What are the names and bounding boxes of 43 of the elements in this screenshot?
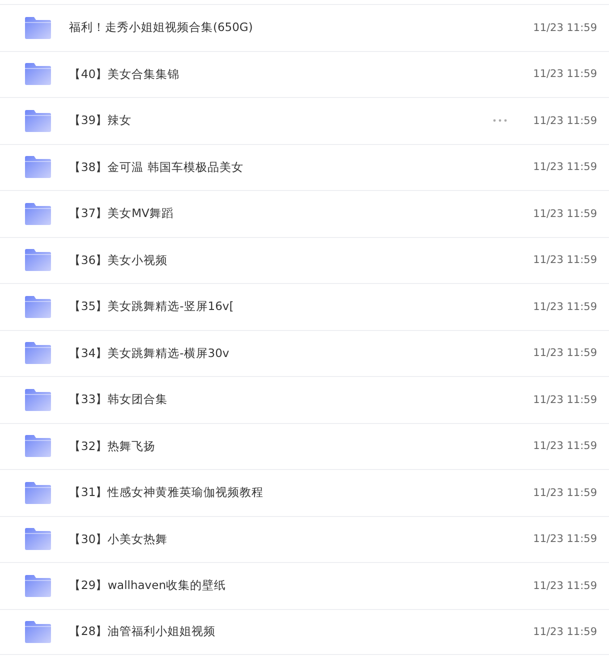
modified-time: 11/23 11:59 <box>533 114 597 127</box>
folder-name[interactable]: 【32】热舞飞扬 <box>69 438 156 454</box>
folder-name[interactable]: 【29】wallhaven收集的壁纸 <box>69 578 226 594</box>
folder-name[interactable]: 【31】性感女神黄雅英瑜伽视频教程 <box>69 485 264 500</box>
more-icon[interactable] <box>493 119 508 122</box>
folder-name[interactable]: 【39】辣女 <box>69 113 132 128</box>
modified-time: 11/23 11:59 <box>533 394 597 406</box>
modified-time: 11/23 11:59 <box>533 68 597 80</box>
folder-name[interactable]: 【28】油管福利小姐姐视频 <box>69 624 216 640</box>
folder-name[interactable]: 【38】金可温 韩国车模极品美女 <box>69 160 244 175</box>
folder-icon <box>25 249 51 272</box>
folder-icon <box>25 342 51 364</box>
folder-name[interactable]: 福利！走秀小姐姐视频合集(650G) <box>69 20 253 36</box>
folder-name[interactable]: 【40】美女合集集锦 <box>69 66 180 82</box>
folder-icon <box>25 435 51 458</box>
modified-time: 11/23 11:59 <box>533 486 597 499</box>
folder-name[interactable]: 【34】美女跳舞精选-横屏30v <box>69 346 230 361</box>
modified-time: 11/23 11:59 <box>533 254 597 266</box>
folder-name[interactable]: 【30】小美女热舞 <box>69 532 168 547</box>
modified-time: 11/23 11:59 <box>533 300 597 313</box>
folder-name[interactable]: 【33】韩女团合集 <box>69 392 168 408</box>
folder-icon <box>25 528 51 550</box>
folder-name[interactable]: 【37】美女MV舞蹈 <box>69 206 174 222</box>
folder-name[interactable]: 【35】美女跳舞精选-竖屏16v[ <box>69 299 234 314</box>
modified-time: 11/23 11:59 <box>533 161 597 174</box>
modified-time: 11/23 11:59 <box>533 440 597 452</box>
modified-time: 11/23 11:59 <box>533 533 597 546</box>
folder-icon <box>25 16 51 39</box>
folder-icon <box>25 202 51 225</box>
modified-time: 11/23 11:59 <box>533 580 597 592</box>
folder-icon <box>25 482 51 504</box>
folder-icon <box>25 63 51 86</box>
folder-name[interactable]: 【36】美女小视频 <box>69 252 168 268</box>
modified-time: 11/23 11:59 <box>533 22 597 34</box>
modified-time: 11/23 11:59 <box>533 626 597 638</box>
folder-icon <box>25 296 51 318</box>
folder-icon <box>25 156 51 178</box>
modified-time: 11/23 11:59 <box>533 208 597 220</box>
folder-icon <box>25 620 51 643</box>
folder-icon <box>25 574 51 597</box>
folder-icon <box>25 110 51 132</box>
modified-time: 11/23 11:59 <box>533 347 597 360</box>
folder-icon <box>25 388 51 411</box>
